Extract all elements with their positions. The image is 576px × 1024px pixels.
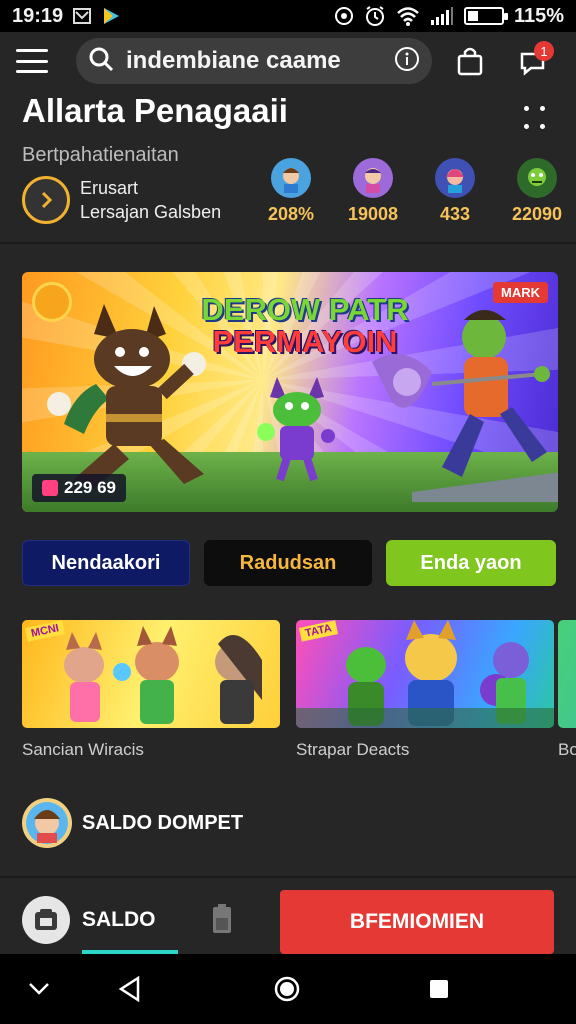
search-icon xyxy=(88,46,114,77)
battery-icon xyxy=(463,7,508,25)
mail-icon xyxy=(73,8,92,24)
stat-value: 19008 xyxy=(347,204,399,224)
game-card-thumbnail xyxy=(558,620,576,728)
stat-value: 22090 xyxy=(511,204,563,224)
recent-apps-icon[interactable] xyxy=(428,978,450,1000)
search-bar[interactable]: indembiane caame xyxy=(76,38,432,84)
status-time: 19:19 xyxy=(12,4,64,27)
player-avatar xyxy=(435,158,475,198)
banner-counter: 229 69 xyxy=(32,474,126,502)
stat-item[interactable]: 22090 xyxy=(496,158,576,225)
game-card[interactable]: Bo xyxy=(558,620,576,760)
more-options-icon[interactable] xyxy=(520,104,550,134)
chevron-right-icon[interactable] xyxy=(22,176,70,224)
monster-characters-illustration xyxy=(296,620,554,728)
banner-title: DEROW PATR PERMAYOIN xyxy=(190,294,420,358)
player-stats: 208% 19008 433 22090 xyxy=(250,158,576,225)
game-card-title: Bo xyxy=(558,740,576,759)
wallet-label: SALDO DOMPET xyxy=(82,811,244,834)
bottom-action-bar: SALDO BFEMIOMIEN xyxy=(0,886,576,954)
home-icon[interactable] xyxy=(274,976,300,1002)
game-card-title: Sancian Wiracis xyxy=(22,740,144,759)
banner-title-line2: PERMAYOIN xyxy=(212,324,398,359)
action-button-1[interactable]: Nendaakori xyxy=(22,540,190,586)
page-subtitle: Bertpahatienaitan xyxy=(22,144,179,166)
system-nav-bar xyxy=(0,954,576,1024)
player-avatar xyxy=(271,158,311,198)
divider xyxy=(0,876,576,878)
wallet-icon[interactable] xyxy=(22,896,70,944)
page-title: Allarta Penagaaii xyxy=(22,92,288,129)
stat-item[interactable]: 19008 xyxy=(332,158,414,225)
divider xyxy=(0,242,576,244)
banner-count-value: 229 69 xyxy=(64,478,116,497)
wallet-section[interactable]: SALDO DOMPET xyxy=(22,798,243,848)
menu-icon[interactable] xyxy=(16,49,48,73)
promo-line1: Erusart xyxy=(80,178,139,198)
stat-value: 208% xyxy=(267,204,315,224)
cat-characters-illustration xyxy=(64,626,262,724)
chat-notification-icon[interactable]: 1 xyxy=(514,41,554,81)
signal-icon xyxy=(430,6,454,26)
info-icon[interactable] xyxy=(394,46,420,77)
game-card-title: Strapar Deacts xyxy=(296,740,410,759)
game-card[interactable]: MCNI Sancian Wiracis xyxy=(22,620,280,760)
chevron-down-icon[interactable] xyxy=(28,982,50,996)
notification-badge: 1 xyxy=(534,41,554,61)
banner-badge: MARK xyxy=(493,282,548,303)
action-button-2[interactable]: Radudsan xyxy=(204,540,372,586)
game-card-thumbnail: MCNI xyxy=(22,620,280,728)
battery-icon xyxy=(212,904,232,934)
stat-item[interactable]: 208% xyxy=(250,158,332,225)
imp-character-illustration xyxy=(257,377,335,482)
saldo-tab[interactable]: SALDO xyxy=(82,908,156,932)
stat-value: 433 xyxy=(439,204,471,224)
promo-line2: Lersajan Galsben xyxy=(80,202,222,222)
battery-percent: 115% xyxy=(513,4,564,27)
action-buttons: Nendaakori Radudsan Enda yaon xyxy=(22,540,558,586)
top-bar: indembiane caame 1 xyxy=(0,32,576,90)
player-avatar xyxy=(353,158,393,198)
search-input[interactable]: indembiane caame xyxy=(126,47,394,75)
primary-action-button[interactable]: BFEMIOMIEN xyxy=(280,890,554,954)
sync-icon xyxy=(334,6,354,26)
player-avatar xyxy=(517,158,557,198)
action-button-3[interactable]: Enda yaon xyxy=(386,540,556,586)
game-cards-carousel[interactable]: MCNI Sancian Wiracis TATA Strapar Deacts… xyxy=(22,620,576,765)
play-icon xyxy=(101,6,121,26)
status-bar: 19:19 115% xyxy=(0,0,576,32)
wallet-avatar xyxy=(22,798,72,848)
shopping-bag-icon[interactable] xyxy=(450,41,490,81)
banner-title-line1: DEROW PATR xyxy=(201,292,409,327)
stat-item[interactable]: 433 xyxy=(414,158,496,225)
gift-icon xyxy=(42,480,58,496)
game-card[interactable]: TATA Strapar Deacts xyxy=(296,620,554,760)
game-card-thumbnail: TATA xyxy=(296,620,554,728)
promo-link[interactable]: Erusart Lersajan Galsben xyxy=(22,176,221,224)
alarm-icon xyxy=(364,5,386,27)
featured-banner[interactable]: DEROW PATR PERMAYOIN MARK 229 69 xyxy=(22,272,558,512)
promo-text: Erusart Lersajan Galsben xyxy=(80,176,221,224)
wifi-icon xyxy=(396,6,420,26)
back-icon[interactable] xyxy=(118,976,142,1002)
wolf-character-illustration xyxy=(47,304,206,489)
